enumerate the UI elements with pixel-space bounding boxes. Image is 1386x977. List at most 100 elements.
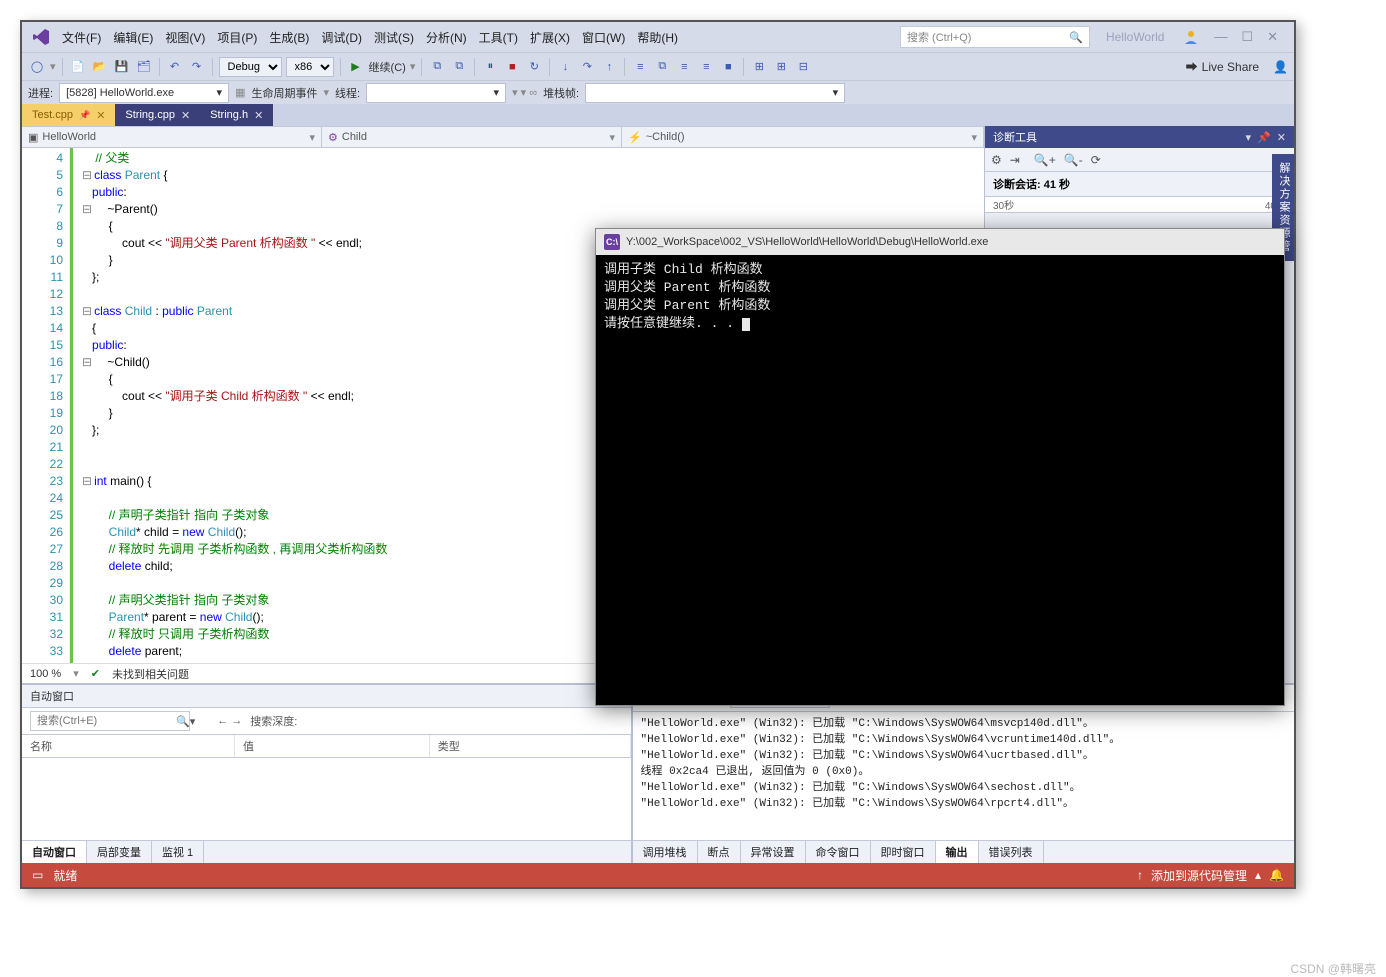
tool-g-icon[interactable]: ⊞ bbox=[772, 58, 790, 76]
menu-item[interactable]: 生成(B) bbox=[263, 27, 315, 49]
output-tab[interactable]: 异常设置 bbox=[741, 841, 806, 863]
nav-class-select[interactable]: ⚙Child▾ bbox=[322, 127, 622, 147]
tool-f-icon[interactable]: ⊞ bbox=[750, 58, 768, 76]
pause-icon[interactable]: ⏸ bbox=[481, 58, 499, 76]
output-tab[interactable]: 调用堆栈 bbox=[633, 841, 698, 863]
console-titlebar[interactable]: C:\ Y:\002_WorkSpace\002_VS\HelloWorld\H… bbox=[596, 229, 1284, 255]
close-tab-icon[interactable]: ✕ bbox=[181, 109, 190, 122]
process-select[interactable]: [5828] HelloWorld.exe▾ bbox=[59, 83, 229, 103]
pin-icon[interactable]: 📌 bbox=[79, 110, 90, 121]
menu-item[interactable]: 测试(S) bbox=[368, 27, 420, 49]
auto-tab[interactable]: 自动窗口 bbox=[22, 841, 87, 863]
search-icon: 🔍 bbox=[1069, 31, 1083, 44]
document-tab[interactable]: String.h✕ bbox=[200, 104, 273, 126]
menu-item[interactable]: 扩展(X) bbox=[524, 27, 576, 49]
platform-select[interactable]: x86 bbox=[286, 57, 334, 77]
dropdown-icon[interactable]: ▾ bbox=[1246, 131, 1252, 144]
debug-tool-icon[interactable]: ⧉ bbox=[428, 58, 446, 76]
stop-icon[interactable]: ■ bbox=[503, 58, 521, 76]
auto-search-input[interactable] bbox=[30, 711, 190, 731]
save-all-icon[interactable]: 🗂 bbox=[135, 58, 153, 76]
tool-c-icon[interactable]: ≡ bbox=[675, 58, 693, 76]
thread-label: 线程: bbox=[335, 85, 360, 101]
lifecycle-label: 生命周期事件 bbox=[251, 85, 317, 101]
debug-tool2-icon[interactable]: ⧉ bbox=[450, 58, 468, 76]
window-icon: ▭ bbox=[32, 868, 43, 882]
document-tab[interactable]: Test.cpp📌✕ bbox=[22, 104, 115, 126]
nav-scope-select[interactable]: ▣HelloWorld▾ bbox=[22, 127, 322, 147]
new-file-icon[interactable]: 📄 bbox=[69, 58, 87, 76]
live-share-label[interactable]: Live Share bbox=[1202, 60, 1259, 74]
open-icon[interactable]: 📂 bbox=[91, 58, 109, 76]
scm-button[interactable]: 添加到源代码管理 bbox=[1151, 867, 1247, 884]
console-window[interactable]: C:\ Y:\002_WorkSpace\002_VS\HelloWorld\H… bbox=[595, 228, 1285, 706]
thread-select[interactable]: ▾ bbox=[366, 83, 506, 103]
output-tab[interactable]: 输出 bbox=[936, 841, 979, 863]
output-tab[interactable]: 错误列表 bbox=[979, 841, 1044, 863]
menu-item[interactable]: 帮助(H) bbox=[631, 27, 684, 49]
auto-pane-title: 自动窗口 bbox=[22, 685, 631, 708]
output-text[interactable]: "HelloWorld.exe" (Win32): 已加载 "C:\Window… bbox=[633, 712, 1294, 840]
menu-item[interactable]: 文件(F) bbox=[56, 27, 107, 49]
restart-icon[interactable]: ↻ bbox=[525, 58, 543, 76]
watermark: CSDN @韩曙亮 bbox=[1290, 960, 1376, 977]
config-select[interactable]: Debug bbox=[219, 57, 282, 77]
export-icon[interactable]: ⇥ bbox=[1010, 153, 1020, 167]
menu-item[interactable]: 调试(D) bbox=[315, 27, 368, 49]
diag-timeline: 30秒40秒 bbox=[985, 197, 1294, 213]
live-share-icon[interactable]: ⮕ bbox=[1186, 58, 1198, 75]
auto-tab[interactable]: 局部变量 bbox=[87, 841, 152, 863]
status-ready: 就绪 bbox=[53, 867, 77, 884]
step-out-icon[interactable]: ↑ bbox=[600, 58, 618, 76]
auto-tabs: 自动窗口局部变量监视 1 bbox=[22, 840, 631, 863]
menubar: 文件(F)编辑(E)视图(V)项目(P)生成(B)调试(D)测试(S)分析(N)… bbox=[22, 22, 1294, 52]
save-icon[interactable]: 💾 bbox=[113, 58, 131, 76]
zoom-level[interactable]: 100 % bbox=[30, 668, 61, 680]
menu-item[interactable]: 编辑(E) bbox=[107, 27, 159, 49]
menu-item[interactable]: 分析(N) bbox=[420, 27, 473, 49]
output-tab[interactable]: 即时窗口 bbox=[871, 841, 936, 863]
issues-label: 未找到相关问题 bbox=[112, 666, 189, 682]
account-icon[interactable] bbox=[1180, 26, 1202, 48]
global-search-input[interactable]: 搜索 (Ctrl+Q)🔍 bbox=[900, 26, 1090, 48]
vs-logo-icon bbox=[30, 26, 52, 48]
document-tab[interactable]: String.cpp✕ bbox=[115, 104, 200, 126]
menu-item[interactable]: 视图(V) bbox=[159, 27, 211, 49]
redo-icon[interactable]: ↷ bbox=[188, 58, 206, 76]
continue-label[interactable]: 继续(C) bbox=[369, 59, 406, 75]
tool-d-icon[interactable]: ≡ bbox=[697, 58, 715, 76]
nav-member-select[interactable]: ⚡~Child()▾ bbox=[622, 127, 984, 147]
document-tabs: Test.cpp📌✕String.cpp✕String.h✕ bbox=[22, 104, 1294, 126]
tool-h-icon[interactable]: ⊟ bbox=[794, 58, 812, 76]
step-into-icon[interactable]: ↓ bbox=[556, 58, 574, 76]
zoom-out-icon[interactable]: 🔍- bbox=[1064, 153, 1083, 167]
close-tab-icon[interactable]: ✕ bbox=[96, 109, 105, 122]
output-tab[interactable]: 断点 bbox=[698, 841, 741, 863]
tool-b-icon[interactable]: ⧉ bbox=[653, 58, 671, 76]
continue-icon[interactable]: ▶ bbox=[347, 58, 365, 76]
reset-zoom-icon[interactable]: ⟳ bbox=[1091, 153, 1101, 167]
maximize-icon[interactable]: ☐ bbox=[1241, 29, 1253, 45]
close-icon[interactable]: ✕ bbox=[1267, 29, 1278, 45]
step-over-icon[interactable]: ↷ bbox=[578, 58, 596, 76]
stack-select[interactable]: ▾ bbox=[585, 83, 845, 103]
minimize-icon[interactable]: — bbox=[1214, 29, 1227, 45]
auto-tab[interactable]: 监视 1 bbox=[152, 841, 204, 863]
close-tab-icon[interactable]: ✕ bbox=[254, 109, 263, 122]
nav-bar: ▣HelloWorld▾ ⚙Child▾ ⚡~Child()▾ bbox=[22, 126, 984, 148]
menu-item[interactable]: 项目(P) bbox=[211, 27, 263, 49]
close-panel-icon[interactable]: ✕ bbox=[1277, 131, 1286, 144]
solution-name: HelloWorld bbox=[1094, 30, 1176, 44]
pin-icon[interactable]: 📌 bbox=[1257, 131, 1271, 144]
gear-icon[interactable]: ⚙ bbox=[991, 153, 1002, 167]
notifications-icon[interactable]: 🔔 bbox=[1269, 868, 1284, 882]
output-tab[interactable]: 命令窗口 bbox=[806, 841, 871, 863]
tool-e-icon[interactable]: ■ bbox=[719, 58, 737, 76]
menu-item[interactable]: 工具(T) bbox=[473, 27, 524, 49]
nav-back-icon[interactable]: ◯ bbox=[28, 58, 46, 76]
zoom-in-icon[interactable]: 🔍+ bbox=[1034, 153, 1056, 167]
menu-item[interactable]: 窗口(W) bbox=[576, 27, 631, 49]
tool-a-icon[interactable]: ≡ bbox=[631, 58, 649, 76]
feedback-icon[interactable]: 👤 bbox=[1273, 60, 1288, 74]
undo-icon[interactable]: ↶ bbox=[166, 58, 184, 76]
